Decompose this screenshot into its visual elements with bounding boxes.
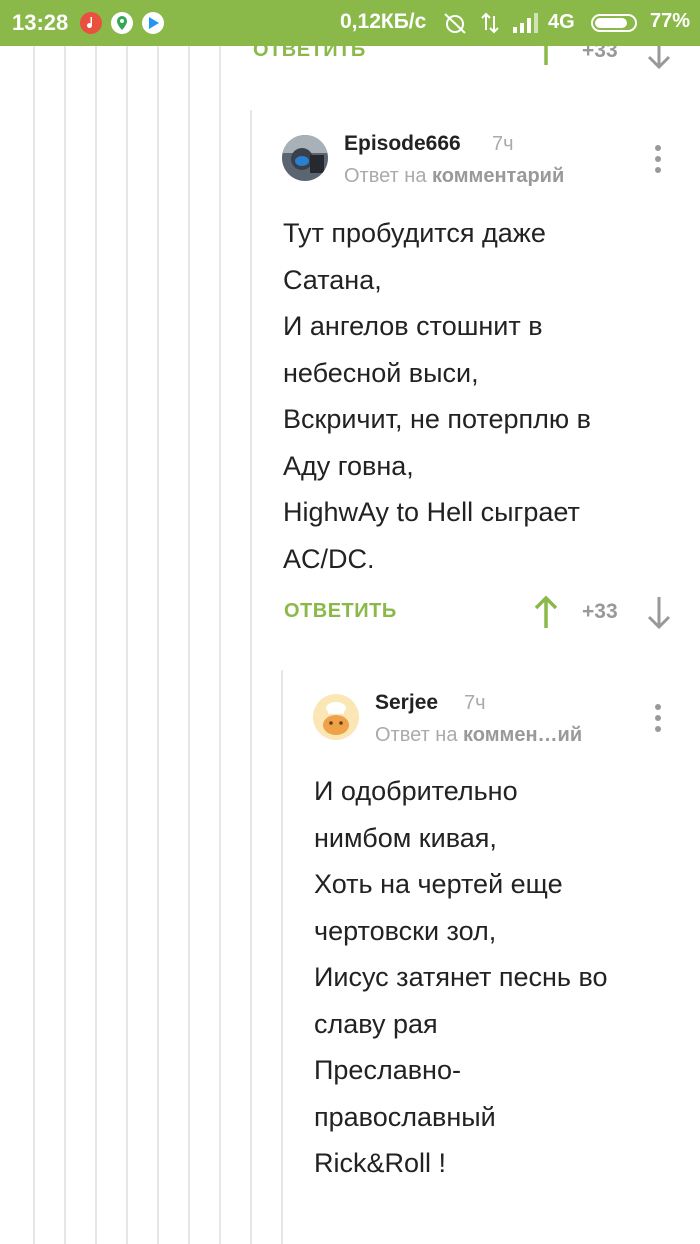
- thread-line: [281, 670, 283, 1244]
- comment-line: И ангелов стошнит в: [283, 311, 543, 341]
- vote-score: +33: [582, 46, 618, 62]
- comment-line: Вскричит, не потерплю в: [283, 404, 591, 434]
- thread-line: [157, 46, 159, 1244]
- thread-line: [188, 46, 190, 1244]
- more-options-icon[interactable]: [655, 704, 663, 737]
- reply-button[interactable]: ОТВЕТИТЬ: [253, 46, 366, 62]
- reply-to-link[interactable]: коммен…ий: [463, 724, 582, 746]
- reply-to-info: Ответ на коммен…ий: [375, 724, 582, 747]
- reply-to-info: Ответ на комментарий: [344, 165, 564, 188]
- upvote-icon[interactable]: [533, 46, 559, 66]
- alarm-off-icon: [442, 11, 468, 40]
- comment-line: чертовски зол,: [314, 915, 497, 946]
- comment-time: 7ч: [464, 692, 486, 714]
- avatar[interactable]: [313, 694, 359, 740]
- thread-line: [95, 46, 97, 1244]
- comment-line: небесной выси,: [283, 357, 479, 388]
- comment-line: AC/DC.: [283, 543, 375, 574]
- more-options-icon[interactable]: [655, 145, 663, 178]
- comment-line: Сатана,: [283, 264, 382, 295]
- comment-line: Тут пробудится даже: [283, 218, 546, 248]
- comment-line: Аду говна,: [283, 450, 414, 481]
- comment-line: Преславно-: [314, 1055, 461, 1085]
- vote-score: +33: [582, 600, 618, 623]
- network-type: 4G: [548, 11, 575, 33]
- comment-line: православный: [314, 1101, 496, 1132]
- play-store-icon: [142, 12, 164, 34]
- reply-to-prefix: Ответ на: [344, 165, 427, 187]
- downvote-icon[interactable]: [646, 46, 672, 70]
- upvote-icon[interactable]: [533, 595, 559, 629]
- thread-line: [64, 46, 66, 1244]
- thread-line: [219, 46, 221, 1244]
- status-time: 13:28: [12, 10, 69, 35]
- thread-line: [33, 46, 35, 1244]
- comment-line: Иисус затянет песнь во: [314, 962, 608, 992]
- comment-body: Тут пробудится даже Сатана, И ангелов ст…: [283, 210, 591, 582]
- signal-icon: [511, 12, 541, 39]
- reply-to-link[interactable]: комментарий: [432, 165, 564, 187]
- comment-body: И одобрительно нимбом кивая, Хоть на чер…: [314, 768, 608, 1187]
- comment-line: HighwAy to Hell сыграет: [283, 497, 580, 527]
- comment-line: Хоть на чертей еще: [314, 869, 563, 899]
- reply-to-prefix: Ответ на: [375, 724, 458, 746]
- avatar[interactable]: [282, 135, 328, 181]
- status-bar: 13:28 0,12КБ/с 4G 77%: [0, 0, 700, 46]
- comment-line: нимбом кивая,: [314, 822, 497, 853]
- battery-icon: [591, 14, 637, 32]
- reply-button[interactable]: ОТВЕТИТЬ: [284, 600, 397, 623]
- downvote-icon[interactable]: [646, 596, 672, 630]
- comment-time: 7ч: [492, 133, 514, 155]
- comment-author[interactable]: Episode666: [344, 132, 461, 156]
- previous-comment-actions: ОТВЕТИТЬ +33: [0, 46, 700, 76]
- thread-line: [126, 46, 128, 1244]
- comment-line: Rick&Roll !: [314, 1148, 447, 1178]
- network-speed: 0,12КБ/с: [340, 10, 427, 33]
- battery-percent: 77%: [650, 10, 691, 32]
- maps-app-icon: [111, 12, 133, 34]
- comment-author[interactable]: Serjee: [375, 691, 438, 715]
- comment-line: славу рая: [314, 1008, 438, 1039]
- music-app-icon: [80, 12, 102, 34]
- comment-line: И одобрительно: [314, 776, 518, 806]
- data-transfer-icon: [480, 11, 500, 40]
- thread-line: [250, 110, 252, 1244]
